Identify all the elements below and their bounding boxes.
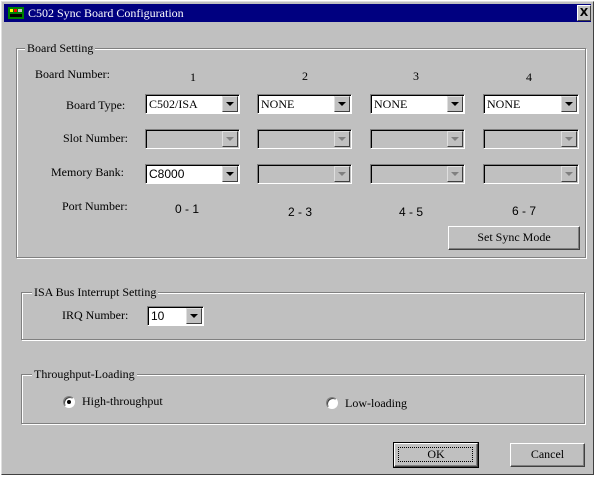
radio-selected-dot — [67, 400, 71, 404]
board-type-select-1[interactable]: C502/ISA — [145, 94, 240, 114]
dropdown-button[interactable] — [222, 166, 238, 182]
slot-number-label: Slot Number: — [63, 131, 128, 145]
memory-bank-value-1: C8000 — [149, 167, 185, 181]
dropdown-button — [447, 131, 463, 147]
dropdown-button — [222, 131, 238, 147]
port-range-4: 6 - 7 — [512, 204, 537, 218]
chevron-down-icon — [451, 137, 459, 141]
slot-number-select-2 — [257, 129, 352, 149]
high-throughput-radio[interactable] — [63, 396, 75, 408]
irq-number-value: 10 — [151, 309, 165, 323]
board-number-4: 4 — [526, 70, 532, 84]
low-loading-label[interactable]: Low-loading — [345, 396, 407, 410]
memory-bank-select-2 — [257, 164, 352, 184]
board-type-label: Board Type: — [66, 98, 126, 112]
port-number-label: Port Number: — [62, 199, 128, 213]
throughput-title: Throughput-Loading — [32, 367, 137, 381]
memory-bank-select-4 — [483, 164, 579, 184]
board-type-value-1: C502/ISA — [149, 97, 198, 111]
board-number-3: 3 — [413, 69, 419, 83]
chevron-down-icon — [451, 172, 459, 176]
close-icon: X — [579, 6, 589, 19]
port-range-2: 2 - 3 — [288, 205, 313, 219]
ok-button[interactable]: OK — [393, 442, 479, 468]
chevron-down-icon — [451, 102, 459, 106]
high-throughput-label[interactable]: High-throughput — [82, 394, 163, 408]
memory-bank-label: Memory Bank: — [51, 165, 124, 179]
dropdown-button — [561, 166, 577, 182]
memory-bank-select-3 — [370, 164, 465, 184]
dropdown-button[interactable] — [561, 96, 577, 112]
board-number-2: 2 — [302, 69, 308, 83]
dialog-window: C502 Sync Board Configuration X Board Se… — [1, 1, 594, 475]
dropdown-button — [561, 131, 577, 147]
chevron-down-icon — [565, 172, 573, 176]
dropdown-button — [334, 166, 350, 182]
cancel-button[interactable]: Cancel — [510, 443, 585, 467]
close-button[interactable]: X — [577, 5, 591, 21]
board-number-label: Board Number: — [35, 67, 110, 81]
board-setting-title: Board Setting — [25, 41, 96, 55]
board-type-value-3: NONE — [374, 97, 408, 111]
board-type-value-2: NONE — [261, 97, 295, 111]
dropdown-button[interactable] — [222, 96, 238, 112]
isa-interrupt-title: ISA Bus Interrupt Setting — [32, 285, 159, 299]
irq-number-label: IRQ Number: — [62, 308, 129, 322]
chevron-down-icon — [338, 172, 346, 176]
set-sync-mode-button[interactable]: Set Sync Mode — [448, 226, 580, 250]
dropdown-button[interactable] — [447, 96, 463, 112]
slot-number-select-4 — [483, 129, 579, 149]
window-title: C502 Sync Board Configuration — [28, 6, 184, 20]
chevron-down-icon — [338, 137, 346, 141]
chevron-down-icon — [226, 172, 234, 176]
chevron-down-icon — [565, 102, 573, 106]
port-range-1: 0 - 1 — [175, 202, 200, 216]
irq-number-select[interactable]: 10 — [147, 306, 204, 326]
low-loading-radio[interactable] — [326, 397, 338, 409]
board-type-select-3[interactable]: NONE — [370, 94, 465, 114]
chevron-down-icon — [565, 137, 573, 141]
chevron-down-icon — [226, 102, 234, 106]
board-type-select-4[interactable]: NONE — [483, 94, 579, 114]
board-icon — [8, 7, 24, 19]
board-type-value-4: NONE — [487, 97, 521, 111]
chevron-down-icon — [190, 314, 198, 318]
board-number-1: 1 — [190, 70, 196, 84]
memory-bank-select-1[interactable]: C8000 — [145, 164, 240, 184]
board-type-select-2[interactable]: NONE — [257, 94, 352, 114]
dropdown-button — [334, 131, 350, 147]
dropdown-button[interactable] — [334, 96, 350, 112]
chevron-down-icon — [226, 137, 234, 141]
slot-number-select-3 — [370, 129, 465, 149]
port-range-3: 4 - 5 — [399, 205, 424, 219]
dropdown-button — [447, 166, 463, 182]
slot-number-select-1 — [145, 129, 240, 149]
dropdown-button[interactable] — [186, 308, 202, 324]
title-bar[interactable]: C502 Sync Board Configuration X — [4, 4, 591, 22]
focus-rect — [398, 447, 473, 462]
chevron-down-icon — [338, 102, 346, 106]
